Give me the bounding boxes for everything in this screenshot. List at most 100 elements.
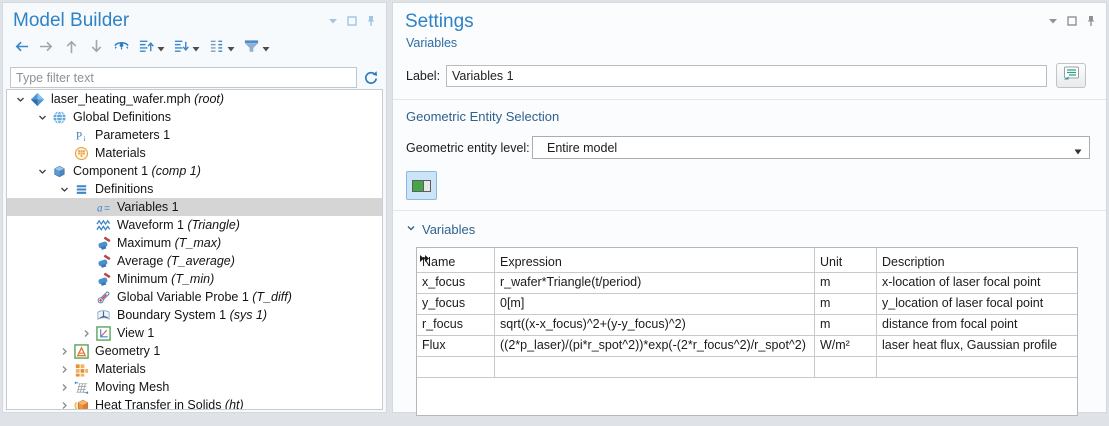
pin-icon[interactable] [1086, 15, 1096, 27]
variables-table: NameExpressionUnitDescription x_focusr_w… [416, 247, 1078, 416]
cell-name[interactable]: r_focus [417, 315, 495, 335]
tree-item-view-1[interactable]: View 1 [7, 324, 382, 342]
cell-name[interactable] [417, 357, 495, 377]
column-header-name[interactable]: Name [417, 248, 495, 272]
filter-button[interactable] [241, 37, 272, 61]
chevron-down-icon [1074, 145, 1082, 159]
tree-item-label: Component 1 (comp 1) [73, 164, 201, 178]
dropdown-caret-icon[interactable] [157, 40, 165, 58]
float-icon[interactable] [1067, 16, 1077, 26]
geometric-entity-level-select[interactable]: Entire model [532, 136, 1090, 159]
tree-item-materials-global[interactable]: Materials [7, 144, 382, 162]
cell-expression[interactable]: sqrt((x-x_focus)^2+(y-y_focus)^2) [495, 315, 815, 335]
column-header-expression[interactable]: Expression [495, 248, 815, 272]
arrow-left-icon [13, 38, 30, 60]
tree-item-waveform-1[interactable]: Waveform 1 (Triangle) [7, 216, 382, 234]
filter-icon [243, 38, 260, 60]
expand-chevron-icon[interactable] [55, 383, 73, 392]
show-icon [113, 38, 130, 60]
expand-chevron-icon[interactable] [77, 329, 95, 338]
tree-item-maximum[interactable]: Maximum (T_max) [7, 234, 382, 252]
arrow-up-icon [63, 38, 80, 60]
collapse-chevron-icon[interactable] [11, 95, 29, 104]
variables-section-header[interactable]: Variables [406, 220, 1094, 238]
collapse-section-chevron-icon[interactable] [406, 220, 416, 238]
settings-subtitle: Variables [406, 36, 1106, 50]
cell-expression[interactable] [495, 357, 815, 377]
refresh-icon[interactable] [363, 70, 379, 86]
variables-section: Variables NameExpressionUnitDescription … [393, 211, 1106, 426]
panel-menu-icon[interactable] [1048, 16, 1058, 26]
cell-unit[interactable]: W/m² [815, 336, 877, 356]
pin-icon[interactable] [366, 15, 376, 27]
model-tree-node-text-button[interactable] [206, 37, 237, 61]
tree-item-label: Global Definitions [73, 110, 171, 124]
panel-menu-icon[interactable] [328, 16, 338, 26]
cell-unit[interactable] [815, 357, 877, 377]
active-selection-toggle-button[interactable] [406, 171, 437, 200]
go-forward-button[interactable] [36, 37, 57, 61]
settings-title: Settings [405, 11, 1094, 33]
cell-expression[interactable]: ((2*p_laser)/(pi*r_spot^2))*exp(-(2*r_fo… [495, 336, 815, 356]
tree-item-boundary-system-1[interactable]: Boundary System 1 (sys 1) [7, 306, 382, 324]
cell-expression[interactable]: 0[m] [495, 294, 815, 314]
svg-text:i: i [83, 134, 85, 143]
column-header-unit[interactable]: Unit [815, 248, 877, 272]
tree-item-global-variable-probe-1[interactable]: Global Variable Probe 1 (T_diff) [7, 288, 382, 306]
cell-unit[interactable]: m [815, 273, 877, 293]
expand-chevron-icon[interactable] [55, 347, 73, 356]
cell-name[interactable]: Flux [417, 336, 495, 356]
cell-name[interactable]: y_focus [417, 294, 495, 314]
filter-input[interactable] [10, 67, 357, 88]
cell-description[interactable]: y_location of laser focal point [877, 294, 1078, 314]
column-header-description[interactable]: Description [877, 248, 1078, 272]
tree-item-materials-component[interactable]: Materials [7, 360, 382, 378]
probe-thermo-icon [95, 289, 112, 305]
cell-unit[interactable]: m [815, 294, 877, 314]
view-icon [95, 325, 112, 341]
move-up-button[interactable] [61, 37, 82, 61]
collapse-all-button[interactable] [171, 37, 202, 61]
tree-item-moving-mesh[interactable]: Moving Mesh [7, 378, 382, 396]
tree-item-geometry-1[interactable]: Geometry 1 [7, 342, 382, 360]
expand-all-icon [138, 38, 155, 60]
cell-name[interactable]: x_focus [417, 273, 495, 293]
show-button[interactable] [111, 37, 132, 61]
tree-item-label: Materials [95, 362, 146, 376]
expand-chevron-icon[interactable] [55, 365, 73, 374]
show-label-options-button[interactable] [1056, 63, 1086, 88]
tree-item-root[interactable]: laser_heating_wafer.mph (root) [7, 90, 382, 108]
tree-item-minimum[interactable]: Minimum (T_min) [7, 270, 382, 288]
cell-description[interactable]: laser heat flux, Gaussian profile [877, 336, 1078, 356]
cell-unit[interactable]: m [815, 315, 877, 335]
dropdown-caret-icon[interactable] [192, 40, 200, 58]
tree-item-heat-transfer-in-solids[interactable]: Heat Transfer in Solids (ht) [7, 396, 382, 410]
tree-item-label: Global Variable Probe 1 (T_diff) [117, 290, 292, 304]
variable-row [417, 357, 1077, 378]
tree-item-definitions[interactable]: Definitions [7, 180, 382, 198]
expand-all-button[interactable] [136, 37, 167, 61]
expand-chevron-icon[interactable] [55, 401, 73, 410]
float-icon[interactable] [347, 16, 357, 26]
model-builder-panel: Model Builder laser_heating_wafer.mph (r… [2, 2, 387, 413]
collapse-chevron-icon[interactable] [55, 185, 73, 194]
dropdown-caret-icon[interactable] [227, 40, 235, 58]
node-text-icon [208, 38, 225, 60]
tree-item-label: laser_heating_wafer.mph (root) [51, 92, 224, 106]
cell-description[interactable]: distance from focal point [877, 315, 1078, 335]
tree-item-component-1[interactable]: Component 1 (comp 1) [7, 162, 382, 180]
tree-item-average[interactable]: Average (T_average) [7, 252, 382, 270]
collapse-chevron-icon[interactable] [33, 113, 51, 122]
label-input[interactable] [446, 65, 1047, 87]
tree-item-variables-1[interactable]: a=Variables 1 [7, 198, 382, 216]
cell-description[interactable] [877, 357, 1078, 377]
tree-item-global-definitions[interactable]: Global Definitions [7, 108, 382, 126]
go-back-button[interactable] [11, 37, 32, 61]
move-down-button[interactable] [86, 37, 107, 61]
collapse-chevron-icon[interactable] [33, 167, 51, 176]
dropdown-caret-icon[interactable] [262, 40, 270, 58]
cell-expression[interactable]: r_wafer*Triangle(t/period) [495, 273, 815, 293]
waveform-icon [95, 217, 112, 233]
tree-item-parameters-1[interactable]: PiParameters 1 [7, 126, 382, 144]
cell-description[interactable]: x-location of laser focal point [877, 273, 1078, 293]
